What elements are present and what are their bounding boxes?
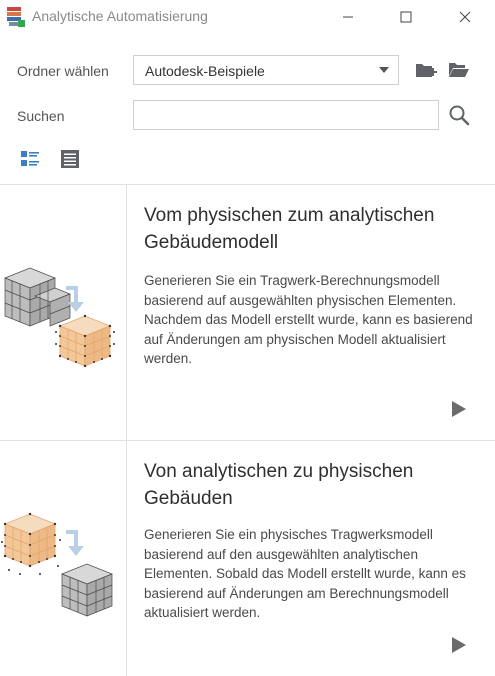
template-card[interactable]: Vom physischen zum analytischen Gebäudem… [0, 185, 495, 441]
folder-add-icon [416, 64, 437, 77]
template-thumbnail [0, 441, 127, 676]
title-bar: Analytische Automatisierung [0, 0, 495, 34]
app-icon [7, 7, 25, 27]
template-title: Von analytischen zu physischen Gebäuden [144, 461, 414, 509]
close-icon [459, 11, 471, 23]
template-card[interactable]: Von analytischen zu physischen Gebäuden … [0, 441, 495, 676]
minimize-icon [343, 16, 353, 18]
folder-label: Ordner wählen [17, 63, 109, 79]
folder-select[interactable]: Autodesk-Beispiele [133, 55, 399, 85]
window-title: Analytische Automatisierung [32, 8, 208, 24]
play-icon[interactable] [451, 400, 467, 418]
folder-open-icon [449, 63, 469, 77]
template-title: Vom physischen zum analytischen Gebäudem… [144, 205, 435, 253]
search-button[interactable] [447, 103, 471, 127]
list-view-button[interactable] [59, 148, 81, 170]
folder-select-value: Autodesk-Beispiele [145, 63, 265, 79]
tile-view-button[interactable] [19, 148, 41, 170]
search-label: Suchen [17, 108, 65, 124]
analytical-to-physical-illustration [1, 512, 113, 617]
close-button[interactable] [436, 0, 494, 34]
list-view-icon [61, 150, 79, 168]
template-description: Generieren Sie ein physisches Tragwerksm… [144, 527, 466, 620]
play-icon[interactable] [451, 636, 467, 654]
search-input[interactable] [133, 100, 439, 130]
maximize-icon [400, 11, 412, 23]
template-thumbnail [0, 185, 127, 440]
maximize-button[interactable] [377, 0, 435, 34]
open-folder-button[interactable] [447, 58, 471, 82]
physical-to-analytical-illustration [4, 267, 115, 367]
dropdown-arrow-icon [379, 67, 389, 73]
add-folder-button[interactable] [414, 58, 438, 82]
tile-view-icon [21, 151, 39, 166]
template-list: Vom physischen zum analytischen Gebäudem… [0, 184, 495, 676]
template-description: Generieren Sie ein Tragwerk-Berechnungsm… [144, 273, 473, 366]
minimize-button[interactable] [319, 0, 377, 34]
search-icon [449, 105, 470, 126]
